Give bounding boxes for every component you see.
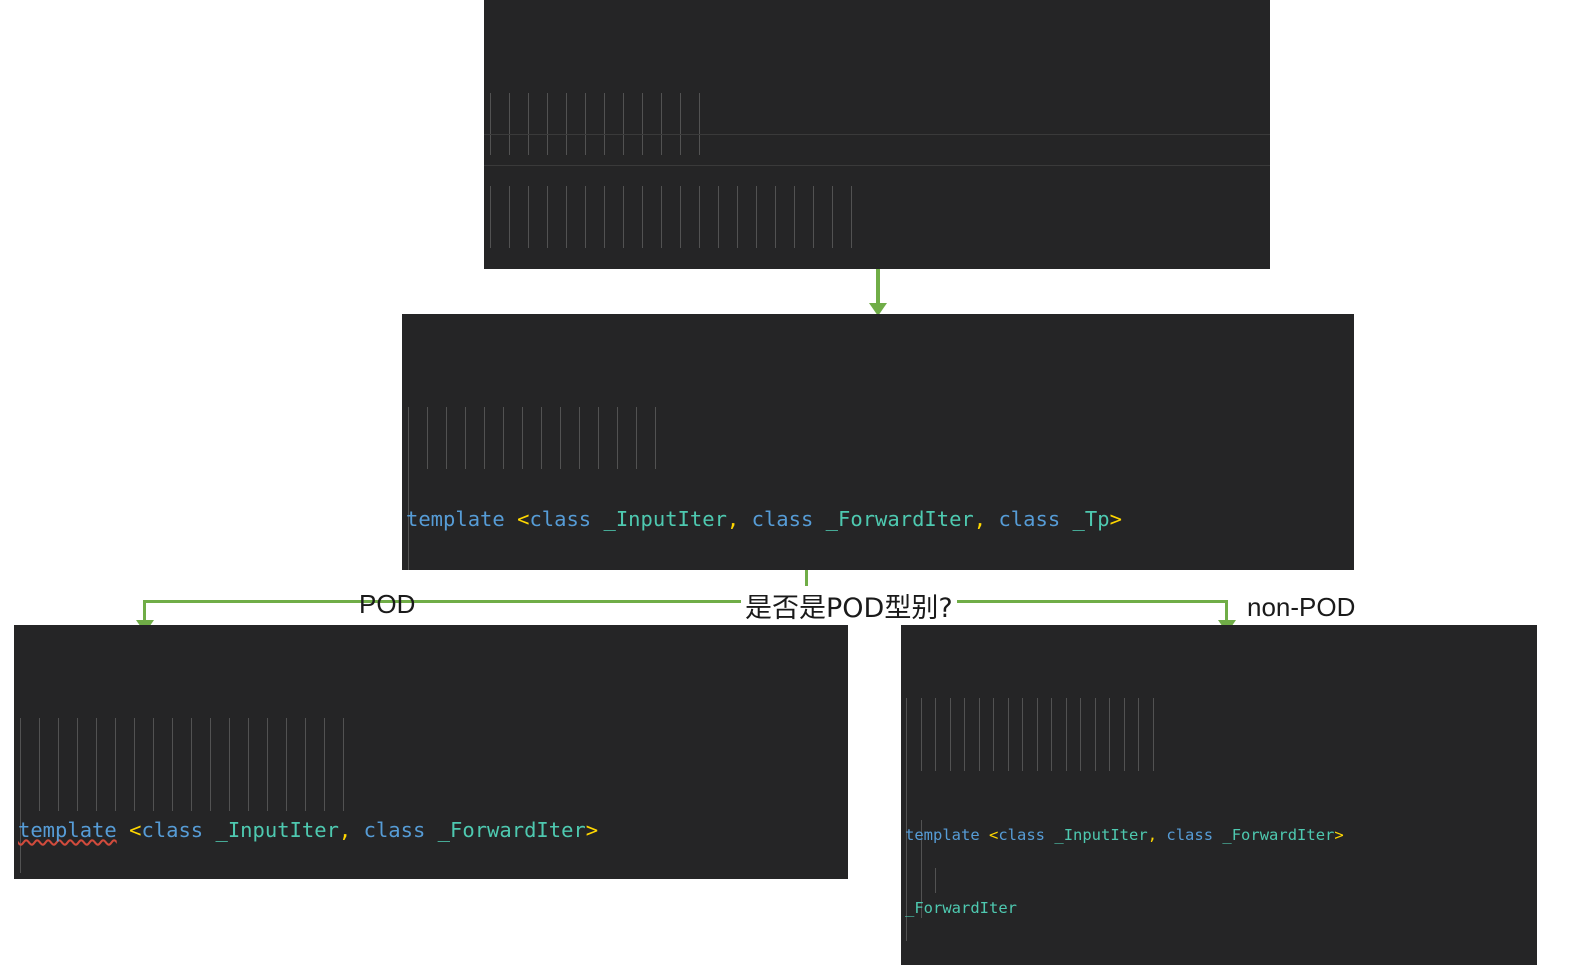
indent-guides: [906, 698, 1154, 771]
code-line: template <class _InputIter, class _Forwa…: [406, 507, 1122, 531]
indent-guides: [490, 93, 700, 155]
diagram-canvas: template <class _InputIter, class _Forwa…: [0, 0, 1576, 977]
code-block-pod-branch: template <class _InputIter, class _Forwa…: [14, 625, 848, 879]
code-block-uninitialized-copy: template <class _InputIter, class _Forwa…: [484, 0, 1270, 269]
connector-block1-to-block2: [876, 269, 880, 306]
code-line: template <class _InputIter, class _Forwa…: [18, 818, 599, 842]
label-pod: POD: [359, 589, 416, 619]
code-block-non-pod-branch: template <class _InputIter, class _Forwa…: [901, 625, 1537, 965]
code-line: template <class _InputIter, class _Forwa…: [905, 826, 1344, 845]
connector-decision-horizontal: [143, 600, 1228, 603]
label-non-pod: non-POD: [1247, 592, 1356, 622]
code-line: _ForwardIter: [905, 899, 1017, 918]
code-block-dispatch: template <class _InputIter, class _Forwa…: [402, 314, 1354, 570]
label-decision-question: 是否是POD型别?: [741, 586, 957, 625]
